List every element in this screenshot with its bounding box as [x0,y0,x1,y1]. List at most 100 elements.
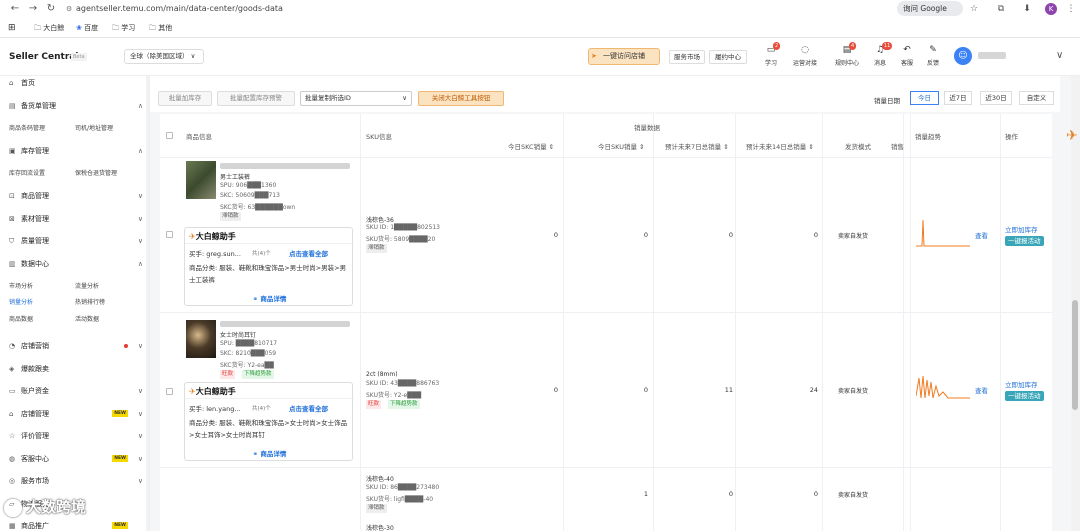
sidebar-item-materials[interactable]: ⊠ 素材管理 ∨ [9,212,143,226]
url-bar[interactable]: ⚙ agentseller.temu.com/main/data-center/g… [66,2,866,16]
download-icon[interactable]: ⬇ [1020,2,1034,16]
bookmarks-bar: ⊞ 🗀 大白鲸 ❀ 百度 🗀 学习 🗀 其他 [0,20,1080,36]
reload-icon[interactable]: ↻ [44,2,58,16]
col-pred7[interactable]: 预计未来7日总销量 ⇕ [665,141,729,151]
page-scrollbar-thumb[interactable] [1072,300,1078,410]
menu-icon[interactable]: ⋮ [1064,2,1078,16]
row-divider [160,157,1052,158]
bookmark-item[interactable]: 🗀 其他 [149,22,172,34]
tab-custom[interactable]: 自定义 [1019,91,1054,105]
sidebar-item-data-center[interactable]: ▥ 数据中心 ∧ [9,257,143,271]
sidebar-item-promotion[interactable]: ▦ 商品推广 NEW [9,519,143,531]
sidebar-sub-barcode[interactable]: 商品条码管理 [9,124,45,134]
col-today-skc[interactable]: 今日SKC销量 ⇕ [508,141,554,151]
sidebar-sub-sales-analysis[interactable]: 销量分析 [9,298,33,308]
rules-center-button[interactable]: ▤ 4 规则中心 [834,42,860,67]
sidebar-item-store[interactable]: ⌂ 店铺管理 NEW ∨ [9,407,143,421]
row-checkbox[interactable] [166,231,173,238]
col-sales-group: 销量数据 [634,124,660,132]
col-today-sku[interactable]: 今日SKU销量 ⇕ [598,141,644,151]
sales-table: 商品信息 SKU信息 销量数据 今日SKC销量 ⇕ 今日SKU销量 ⇕ 预计未来… [160,114,1052,532]
visit-shop-button[interactable]: ➤ 一键访问店铺 [588,48,660,65]
sidebar-item-reviews[interactable]: ☆ 评价管理 ∨ [9,429,143,443]
sidebar-item-inventory[interactable]: ▣ 库存管理 ∧ [9,144,143,158]
col-pred14[interactable]: 预计未来14日总销量 ⇕ [746,141,814,151]
sidebar-sub-bonded-return[interactable]: 保税仓退货管理 [75,169,117,179]
feedback-button[interactable]: ✎ 反馈 [920,45,946,67]
row-checkbox[interactable] [166,388,173,395]
select-all-checkbox[interactable] [166,132,173,139]
sidebar-item-products[interactable]: ⊡ 商品管理 ∨ [9,189,143,203]
apps-grid-icon[interactable]: ⊞ [8,22,16,34]
chevron-down-icon[interactable]: ∨ [1056,50,1063,61]
tab-today[interactable]: 今日 [910,91,939,105]
view-all-link[interactable]: 点击查看全部 [289,248,328,258]
view-link[interactable]: 查看 [975,230,988,240]
site-info-icon[interactable]: ⚙ [66,2,76,16]
sidebar-item-hot-follow[interactable]: ◈ 爆款跟卖 [9,362,143,376]
ops-contact-button[interactable]: ◌ 运营对接 [792,45,818,67]
report-activity-button[interactable]: 一键报活动 [1005,236,1044,246]
region-label: 全球（除美国区域） [130,52,189,60]
sidebar-item-customer-service[interactable]: ◍ 客服中心 NEW ∨ [9,452,143,466]
close-tool-button[interactable]: 关闭大白鲸工具按钮 [418,91,504,106]
view-all-link[interactable]: 点击查看全部 [289,403,328,413]
report-activity-button[interactable]: 一键报活动 [1005,391,1044,401]
bookmark-item[interactable]: ❀ 百度 [76,22,98,34]
app-header: Seller Central Beta 全球（除美国区域） ∨ ➤ 一键访问店铺 … [0,38,1080,76]
sidebar-item-stock-orders[interactable]: ▤ 备货单管理 ∧ [9,99,143,113]
sku-id: SKU ID: 1█████802513 [366,224,440,231]
sidebar-item-funds[interactable]: ▭ 账户资金 ∨ [9,384,143,398]
floating-whale-icon[interactable]: ✈ [1066,128,1078,144]
ask-google-button[interactable]: 询问 Google [897,1,963,16]
tab-30days[interactable]: 近30日 [980,91,1012,105]
sidebar-item-service-market[interactable]: ◎ 服务市场 ∨ [9,474,143,488]
fulfillment-button[interactable]: 履约中心 [709,50,747,64]
sidebar-item-quality[interactable]: ⛉ 质量管理 ∨ [9,234,143,248]
view-link[interactable]: 查看 [975,385,988,395]
today-skc-value: 0 [553,386,558,394]
messages-button[interactable]: ♫ 11 消息 [867,42,893,67]
bookmark-item[interactable]: 🗀 学习 [112,22,135,34]
bookmark-star-icon[interactable]: ☆ [967,2,981,16]
sidebar-sub-activity-data[interactable]: 活动数据 [75,315,99,325]
chevron-down-icon: ∨ [137,342,143,350]
sidebar-sub-market-analysis[interactable]: 市场分析 [9,282,33,292]
extensions-icon[interactable]: ⧉ [994,2,1008,16]
avatar[interactable]: ☺ [954,47,972,65]
product-thumbnail[interactable] [186,320,216,358]
bookmark-label: 百度 [84,24,99,32]
back-icon[interactable]: ← [8,2,22,16]
profile-icon[interactable]: K [1045,3,1057,15]
tab-7days[interactable]: 近7日 [944,91,972,105]
add-stock-link[interactable]: 立即加库存 [1005,224,1038,234]
batch-copy-select[interactable]: 批量复制所选ID ∨ [300,91,412,106]
sidebar-sub-hot-ranking[interactable]: 热销排行榜 [75,298,105,308]
study-button[interactable]: ▭ 2 学习 [758,42,784,67]
product-detail-link[interactable]: ⚭ 商品详情 [185,293,354,303]
product-detail-link[interactable]: ⚭ 商品详情 [185,448,354,458]
chevron-down-icon: ∨ [137,387,143,395]
sidebar-item-home[interactable]: ⌂ 首页 [9,76,143,90]
sidebar-item-marketing[interactable]: ◔ 店铺营销 ∨ [9,339,143,353]
service-button[interactable]: ↶ 客服 [894,45,920,67]
star-icon: ☆ [9,432,16,440]
bookmark-item[interactable]: 🗀 大白鲸 [34,22,64,34]
col-ship-mode: 发货模式 [845,143,871,151]
sidebar-sub-driver[interactable]: 司机/地址管理 [75,124,113,134]
region-select[interactable]: 全球（除美国区域） ∨ [124,49,204,64]
feedback-label: 反馈 [926,60,939,67]
product-thumbnail[interactable] [186,161,216,199]
service-market-button[interactable]: 服务市场 [669,50,705,64]
forward-icon[interactable]: → [26,2,40,16]
shield-icon: ⛉ [9,237,15,245]
batch-add-stock-button[interactable]: 批量加库存 [158,91,212,106]
buyer-count: 共(4)个 [252,406,271,412]
sidebar-sub-traffic-analysis[interactable]: 流量分析 [75,282,99,292]
service-market-label: 服务市场 [674,53,700,61]
add-stock-link[interactable]: 立即加库存 [1005,379,1038,389]
batch-stock-warning-button[interactable]: 批量配置库存预警 [217,91,295,106]
sidebar-sub-product-data[interactable]: 商品数据 [9,315,33,325]
sidebar-sub-return-setting[interactable]: 库存回流设置 [9,169,45,179]
pred7-value: 11 [724,386,733,394]
